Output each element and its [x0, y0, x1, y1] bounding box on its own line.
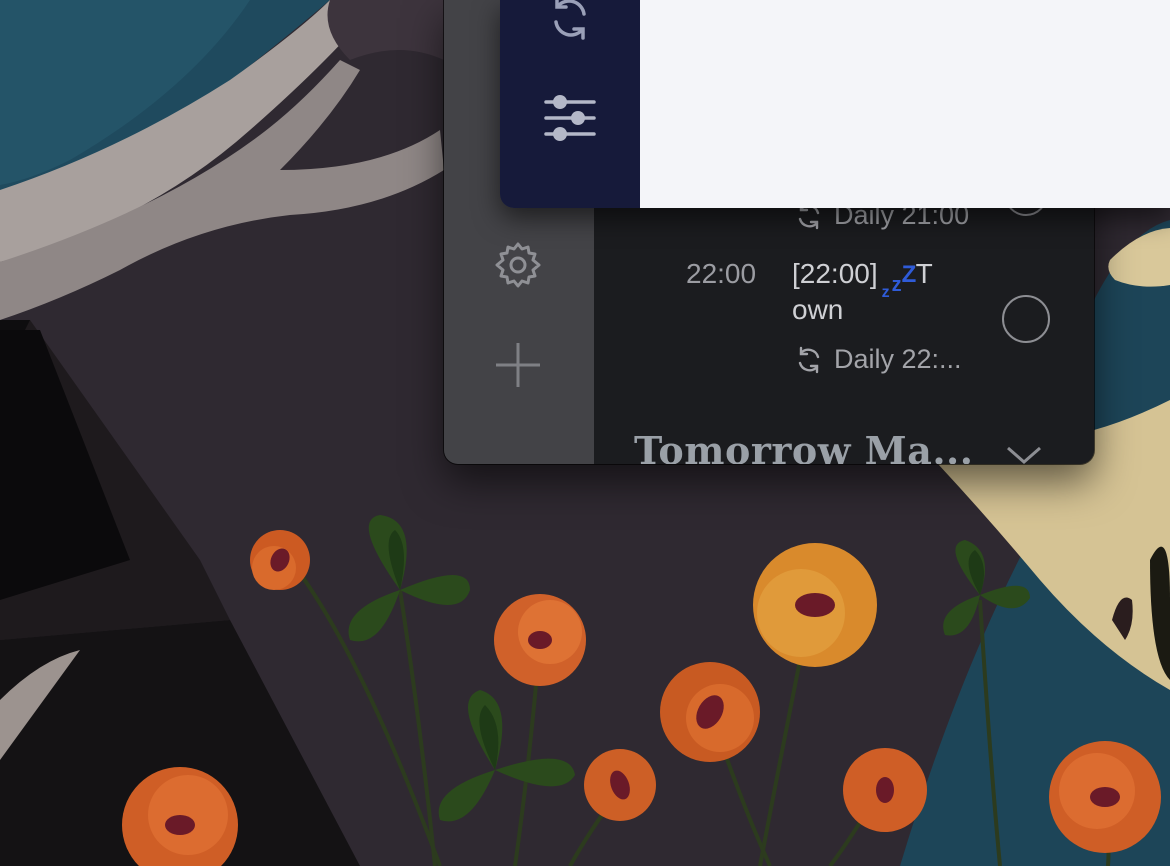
sync-icon — [554, 0, 586, 40]
reminder-title[interactable]: [22:00] z z Z T own — [792, 256, 933, 328]
sliders-icon — [544, 95, 596, 141]
chevron-down-icon[interactable] — [1006, 444, 1042, 464]
section-title[interactable]: Tomorrow Ma... — [634, 428, 974, 464]
filter-settings-button[interactable] — [542, 90, 598, 146]
zzz-icon: zzZ — [881, 260, 917, 301]
popup-content — [640, 0, 1170, 208]
popup-window — [500, 0, 1170, 208]
complete-checkbox[interactable] — [1002, 295, 1050, 343]
repeat-label: Daily 22:... — [834, 344, 962, 374]
sync-button[interactable] — [542, 0, 598, 46]
repeat-info: Daily 22:... — [794, 344, 962, 375]
reminder-title-line2: own — [792, 294, 844, 325]
settings-button[interactable] — [494, 241, 542, 289]
reminder-title-text: [22:00] — [792, 258, 878, 289]
repeat-icon — [798, 346, 820, 373]
plus-icon — [496, 343, 540, 387]
gear-icon — [495, 242, 541, 288]
reminder-time: 22:00 — [686, 258, 757, 289]
add-button[interactable] — [494, 341, 542, 389]
popup-sidebar — [500, 0, 640, 208]
reminder-title-suffix: T — [915, 258, 933, 289]
